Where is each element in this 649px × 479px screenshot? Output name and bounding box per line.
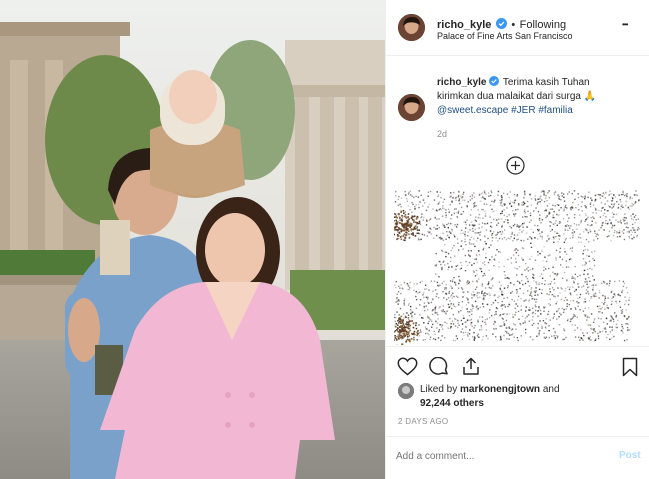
comments-loading-area <box>386 185 644 347</box>
verified-badge-icon <box>495 16 507 29</box>
hashtag-familia[interactable]: #familia <box>538 105 572 116</box>
post-header: richo_kyle • Following Palace of Fine Ar… <box>386 0 649 56</box>
mention-link[interactable]: @sweet.escape <box>437 105 508 116</box>
family-photo-illustration <box>0 0 385 479</box>
follow-status-button[interactable]: Following <box>520 19 566 31</box>
avatar[interactable] <box>398 14 425 41</box>
caption-age: 2d <box>437 129 448 139</box>
save-bookmark-icon[interactable] <box>622 357 638 377</box>
comments-placeholder-noise <box>386 190 640 347</box>
load-more-comments-icon[interactable] <box>506 156 525 175</box>
caption-avatar[interactable] <box>398 94 425 121</box>
header-bullet: • <box>511 19 516 31</box>
caption-username[interactable]: richo_kyle <box>437 77 486 88</box>
post-side-panel: richo_kyle • Following Palace of Fine Ar… <box>385 0 649 479</box>
post-timestamp: 2 DAYS AGO <box>398 417 449 426</box>
likes-others-count[interactable]: 92,244 others <box>420 398 484 409</box>
likes-summary: Liked by markonengjtown and 92,244 other… <box>420 383 645 411</box>
comment-input[interactable] <box>396 447 596 465</box>
likes-and: and <box>542 384 560 395</box>
header-username[interactable]: richo_kyle <box>437 19 491 31</box>
caption-line2: kirimkan dua malaikat dari surga <box>437 91 581 102</box>
post-comment-button[interactable]: Post <box>619 450 641 461</box>
caption: richo_kyle Terima kasih Tuhan kirimkan d… <box>437 76 642 118</box>
comment-bubble-icon[interactable] <box>429 357 449 377</box>
action-bar-divider <box>386 346 649 347</box>
comment-divider <box>386 436 649 437</box>
hashtag-jer[interactable]: #JER <box>511 105 535 116</box>
likes-prefix: Liked by <box>420 384 458 395</box>
liker-username[interactable]: markonengjtown <box>460 384 540 395</box>
post-photo[interactable] <box>0 0 385 479</box>
like-heart-icon[interactable] <box>397 357 418 376</box>
verified-badge-icon <box>489 76 500 87</box>
share-icon[interactable] <box>461 356 481 376</box>
liker-avatar[interactable] <box>398 383 414 399</box>
pray-emoji-icon: 🙏 <box>583 91 597 102</box>
location-link[interactable]: Palace of Fine Arts San Francisco <box>437 31 573 41</box>
caption-line1: Terima kasih Tuhan <box>502 77 590 88</box>
more-options-icon[interactable]: ••• <box>622 20 628 29</box>
